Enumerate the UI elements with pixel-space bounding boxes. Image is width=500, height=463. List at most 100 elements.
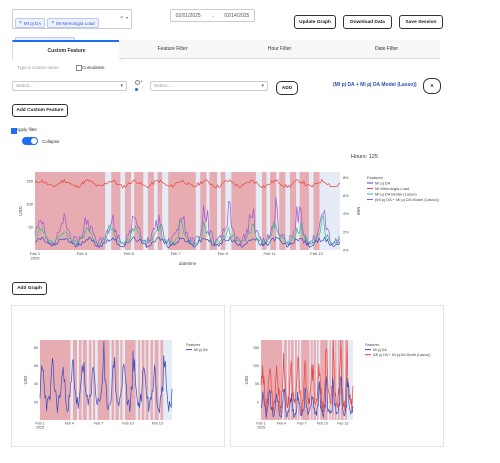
y-tick-label: 150	[26, 179, 33, 184]
y2-tick-label: 6%	[343, 194, 349, 198]
end-date-input[interactable]: 02/14/2025	[224, 13, 249, 19]
x-tick-label: Feb 7	[297, 422, 306, 426]
operator-radio-minus[interactable]	[135, 88, 138, 91]
chip-remove-icon[interactable]: ×	[51, 20, 54, 26]
x-tick-label: 2025	[257, 426, 265, 430]
feature-select-left[interactable]: Select... ▾	[12, 81, 127, 91]
legend-entry: MI pj DA	[373, 348, 387, 352]
x-tick-label: Feb 11	[264, 251, 277, 256]
feature-chip[interactable]: × MI Metrologia Load	[47, 18, 99, 28]
start-date-input[interactable]: 02/01/2025	[176, 13, 201, 19]
y-tick-label: 40	[34, 382, 38, 386]
operator-radio-group[interactable]: +	[135, 79, 145, 92]
subchart-panel-left: 20 40 60 80 Feb 1 2025 Feb 4 Feb 7 Feb 10 Feb 13 U…	[11, 305, 225, 447]
legend-entry: MI pj DA	[194, 348, 208, 352]
y-tick-label: 0	[257, 400, 259, 404]
x-tick-label: Feb 4	[277, 422, 286, 426]
y-axis-label: USD	[23, 376, 28, 385]
x-tick-label: Feb 10	[317, 422, 328, 426]
y-tick-label: 50	[29, 225, 34, 230]
legend-entry: MI Metrologia Load	[375, 186, 409, 191]
legend-entry: MI pj DA Model (Lasso)	[375, 192, 417, 197]
tab-custom-feature[interactable]: Custom Feature	[12, 40, 121, 60]
download-data-button[interactable]: Download Data	[343, 15, 392, 29]
legend-entry: (MI pj DA + MI pj DA Model (Lasso))	[373, 353, 430, 357]
main-chart[interactable]: 50100150Feb 12025Feb 3 Feb 5 Feb 7 Feb 9 Feb…	[15, 162, 485, 277]
y-tick-label: 50	[255, 382, 259, 386]
x-tick-label: Feb 5	[124, 251, 135, 256]
x-tick-label: Feb 7	[171, 251, 182, 256]
add-custom-feature-button[interactable]: Add Custom Feature	[12, 104, 68, 117]
save-session-button[interactable]: Save Session	[399, 15, 443, 29]
cumulative-label: Cumulative	[82, 65, 105, 70]
legend-title: Features	[365, 343, 379, 347]
update-graph-button[interactable]: Update Graph	[294, 15, 336, 29]
plus-icon: +	[140, 79, 143, 84]
y-tick-label: 80	[34, 346, 38, 350]
x-tick-label: Feb 9	[218, 251, 229, 256]
tab-feature-filter[interactable]: Feature Filter	[119, 40, 226, 59]
filter-band	[157, 172, 163, 250]
add-graph-button[interactable]: Add Graph	[12, 282, 47, 295]
filter-band	[88, 340, 92, 420]
toggle-knob	[31, 138, 37, 144]
subchart-panel-right: 0 50 100 150 Feb 1 2025 Feb 4 Feb 7 Feb 10 Feb 13…	[230, 305, 444, 447]
filter-band	[160, 340, 164, 420]
x-tick-label: Feb 13	[337, 422, 348, 426]
chevron-down-icon: ▾	[120, 83, 123, 89]
filter-band	[73, 340, 77, 420]
y2-tick-label: 4%	[343, 212, 349, 216]
filter-band	[120, 340, 123, 420]
subchart-right[interactable]: 050100150Feb 12025Feb 4 Feb 7 Feb 10 Feb 13…	[231, 306, 443, 446]
y-axis-label: USD	[18, 206, 23, 216]
x-tick-label: Feb 3	[77, 251, 88, 256]
legend-title: Features	[186, 343, 200, 347]
x-tick-label: Feb 10	[122, 422, 133, 426]
y-tick-label: 60	[34, 364, 38, 368]
remove-formula-button[interactable]: X	[423, 78, 441, 94]
collapse-toggle[interactable]	[22, 137, 38, 145]
custom-name-input[interactable]: Type a custom name	[17, 65, 59, 70]
filter-band	[40, 340, 71, 420]
x-tick-label: Feb 7	[94, 422, 103, 426]
apply-filter-label: Apply filter	[16, 127, 38, 132]
legend-title: Features	[367, 175, 383, 180]
feature-multiselect[interactable]: ×MI pj DA×MI Metrologia Load×MI pj DA Mo…	[12, 9, 132, 47]
x-tick-label: Feb 13	[310, 251, 323, 256]
legend-entry: MI pj DA	[375, 181, 391, 186]
date-range-picker[interactable]: 02/01/2025 → 02/14/2025	[170, 9, 255, 22]
chevron-down-icon[interactable]: ▾	[126, 15, 128, 20]
tab-date-filter[interactable]: Date Filter	[333, 40, 440, 59]
y2-tick-label: 0%	[343, 249, 349, 253]
y2-tick-label: 8%	[343, 176, 349, 180]
y-tick-label: 100	[26, 202, 33, 207]
y-tick-label: 100	[253, 364, 259, 368]
chip-remove-icon[interactable]: ×	[19, 20, 22, 26]
arrow-right-icon: →	[210, 12, 215, 19]
x-tick-label: 2025	[31, 256, 41, 261]
y-axis-label: USD	[244, 376, 249, 385]
filter-band	[261, 172, 267, 250]
tab-hour-filter[interactable]: Hour Filter	[226, 40, 333, 59]
filter-band	[329, 340, 331, 420]
collapse-label: Collapse	[42, 139, 60, 144]
filter-band	[145, 340, 149, 420]
x-tick-label: 2025	[36, 426, 44, 430]
y-tick-label: 20	[34, 400, 38, 404]
filter-band	[115, 340, 119, 420]
feature-chip[interactable]: × MI pj DA	[15, 18, 46, 28]
custom-formula-text: (MI pj DA + MI pj DA Model (Lasso))	[333, 82, 417, 88]
clear-icon[interactable]: ×	[120, 15, 123, 21]
y2-tick-label: 2%	[343, 230, 349, 234]
feature-select-right[interactable]: Select... ▾	[150, 81, 268, 91]
add-operation-button[interactable]: ADD	[276, 81, 298, 95]
x-axis-label: datetime	[179, 261, 197, 266]
chevron-down-icon: ▾	[261, 83, 264, 89]
hours-label: Hours: 125	[351, 154, 378, 160]
filter-band	[138, 340, 141, 420]
y-tick-label: 150	[253, 346, 259, 350]
subchart-left[interactable]: 20406080Feb 12025Feb 4 Feb 7 Feb 10 Feb 13U…	[12, 306, 224, 446]
x-tick-label: Feb 4	[65, 422, 74, 426]
filter-band	[150, 340, 153, 420]
x-tick-label: Feb 13	[152, 422, 163, 426]
